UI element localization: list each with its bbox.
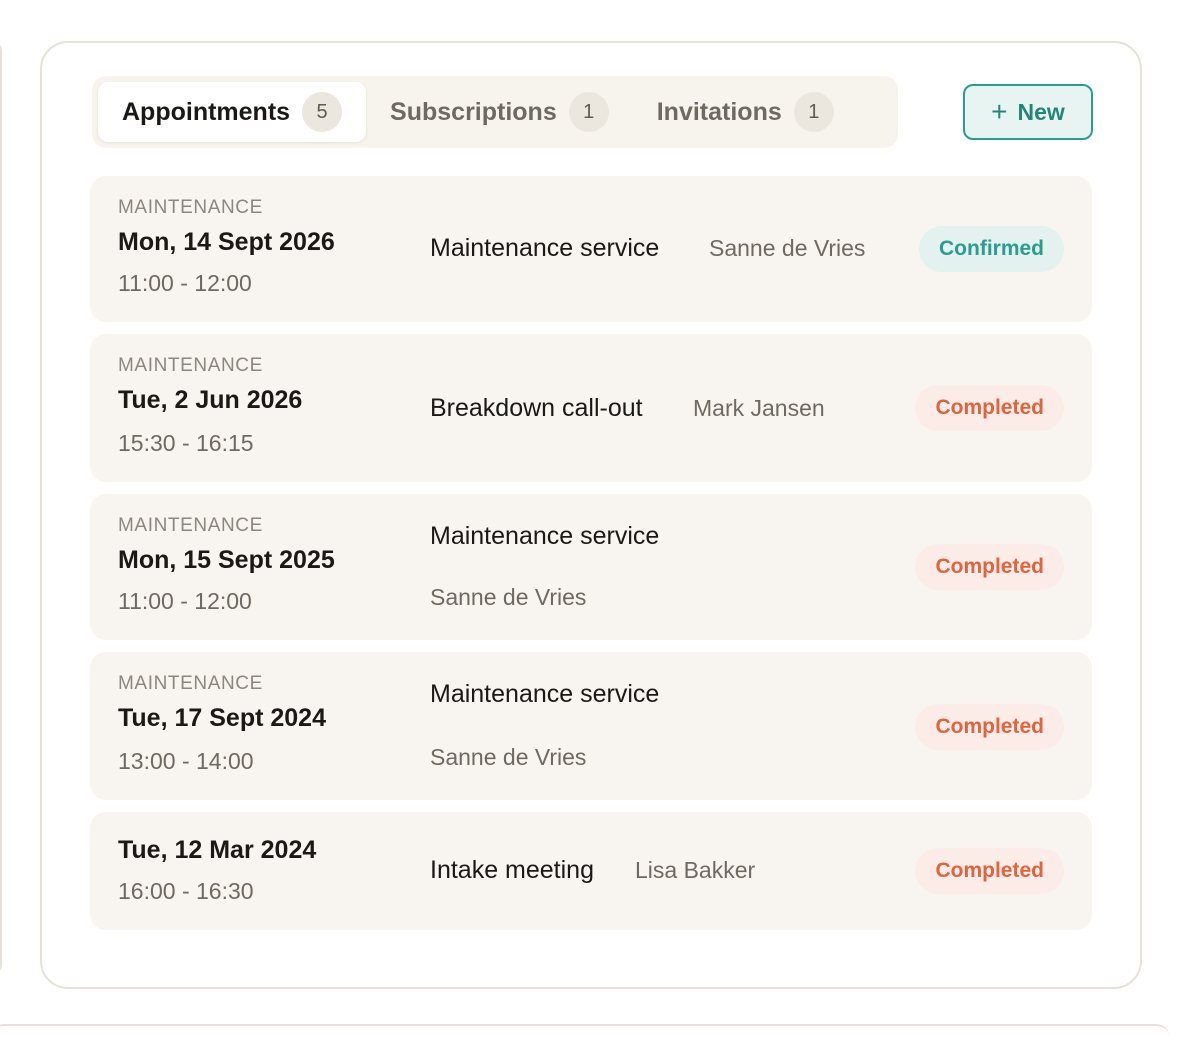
tab-label: Invitations: [656, 97, 782, 126]
appointment-title: Breakdown call-out: [430, 394, 643, 422]
appointment-title: Maintenance service: [430, 522, 660, 550]
adjacent-panel-edge-bottom: [0, 1024, 1170, 1064]
status-badge: Completed: [915, 544, 1064, 590]
appointment-date: Tue, 12 Mar 2024: [118, 836, 317, 864]
adjacent-panel-edge: [0, 40, 2, 975]
appointment-title: Maintenance service: [430, 234, 660, 262]
appointment-title: Intake meeting: [430, 856, 594, 884]
appointment-category: MAINTENANCE: [118, 355, 263, 376]
tab-count-badge: 1: [568, 92, 609, 132]
appointment-date: Mon, 14 Sept 2026: [118, 228, 335, 256]
appointment-category: MAINTENANCE: [118, 515, 263, 536]
new-appointment-button[interactable]: + New: [963, 84, 1093, 140]
appointment-row[interactable]: MAINTENANCE Tue, 17 Sept 2024 13:00 - 14…: [90, 652, 1092, 800]
appointment-category: MAINTENANCE: [118, 673, 263, 694]
appointment-date: Mon, 15 Sept 2025: [118, 546, 335, 574]
status-badge: Confirmed: [919, 226, 1064, 272]
appointment-person: Sanne de Vries: [709, 235, 866, 261]
appointment-time: 16:00 - 16:30: [118, 878, 254, 904]
appointment-row[interactable]: MAINTENANCE Tue, 2 Jun 2026 15:30 - 16:1…: [90, 334, 1092, 482]
tab-subscriptions[interactable]: Subscriptions 1: [366, 82, 633, 142]
appointment-row[interactable]: MAINTENANCE Mon, 15 Sept 2025 11:00 - 12…: [90, 494, 1092, 640]
appointment-time: 11:00 - 12:00: [118, 270, 252, 296]
tab-count-badge: 1: [793, 92, 834, 132]
tab-label: Appointments: [122, 97, 291, 126]
appointment-person: Sanne de Vries: [430, 744, 587, 770]
appointment-date: Tue, 17 Sept 2024: [118, 704, 326, 732]
appointment-person: Mark Jansen: [693, 395, 825, 421]
appointment-row[interactable]: MAINTENANCE Mon, 14 Sept 2026 11:00 - 12…: [90, 176, 1092, 322]
appointment-time: 11:00 - 12:00: [118, 588, 252, 614]
tab-invitations[interactable]: Invitations 1: [633, 82, 858, 142]
status-badge: Completed: [915, 848, 1064, 894]
appointment-person: Lisa Bakker: [635, 857, 756, 883]
appointment-category: MAINTENANCE: [118, 197, 263, 218]
appointment-time: 15:30 - 16:15: [118, 430, 254, 456]
appointment-time: 13:00 - 14:00: [118, 748, 254, 774]
new-button-label: New: [1017, 98, 1065, 125]
appointment-date: Tue, 2 Jun 2026: [118, 386, 303, 414]
appointment-person: Sanne de Vries: [430, 584, 587, 610]
tab-label: Subscriptions: [390, 97, 557, 126]
appointment-title: Maintenance service: [430, 680, 660, 708]
tab-bar: Appointments 5 Subscriptions 1 Invitatio…: [92, 76, 898, 148]
tab-appointments[interactable]: Appointments 5: [98, 82, 367, 142]
tab-count-badge: 5: [302, 92, 343, 132]
appointment-row[interactable]: Tue, 12 Mar 2024 16:00 - 16:30 Intake me…: [90, 812, 1092, 930]
status-badge: Completed: [915, 704, 1064, 750]
appointments-card: Appointments 5 Subscriptions 1 Invitatio…: [40, 41, 1142, 989]
plus-icon: +: [991, 96, 1008, 127]
status-badge: Completed: [915, 385, 1064, 431]
